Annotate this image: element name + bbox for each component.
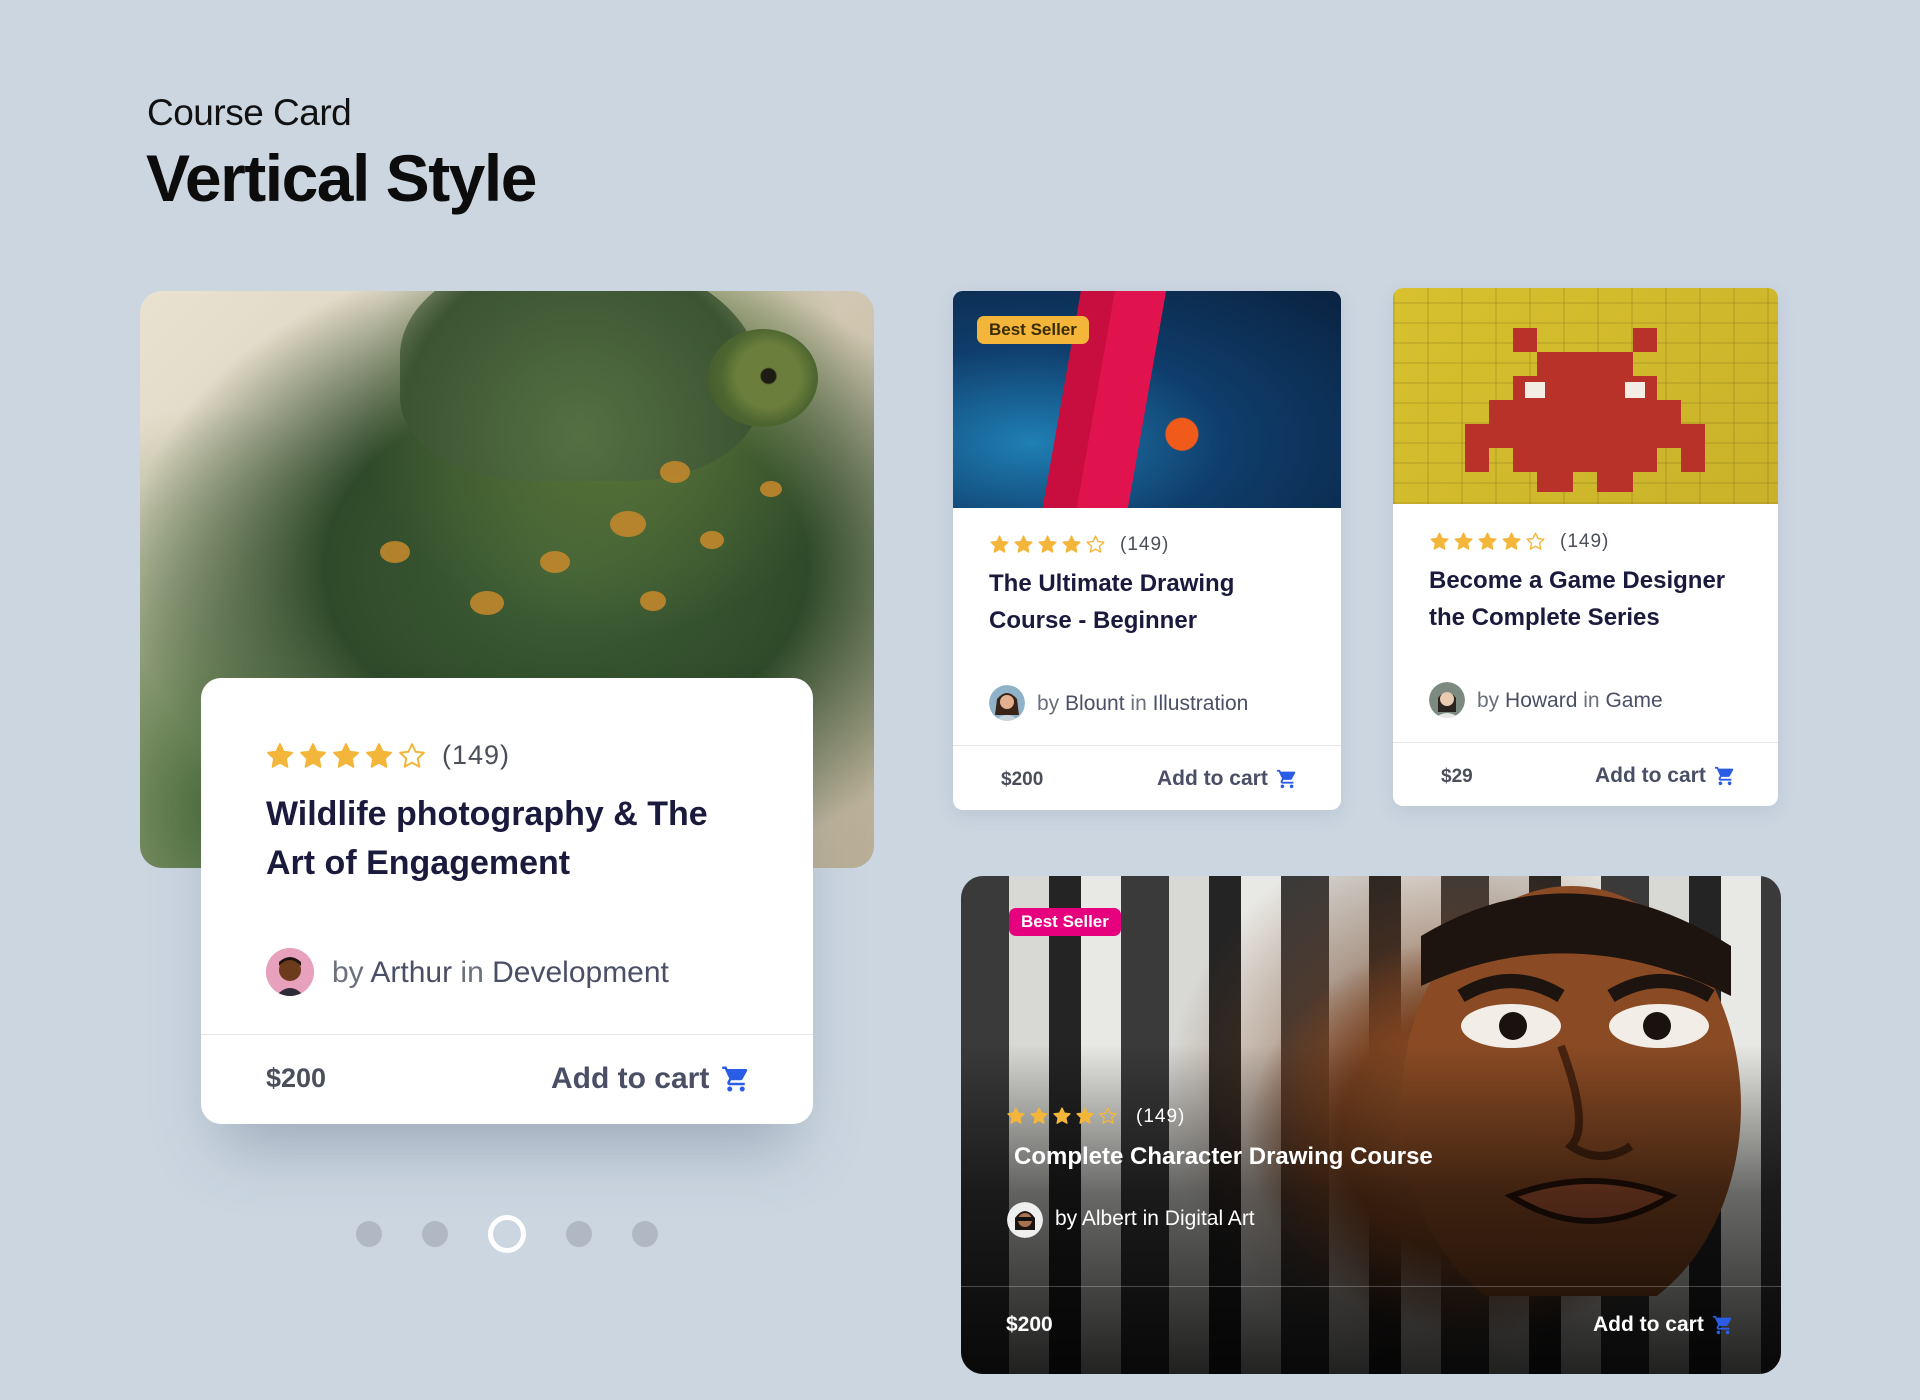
add-to-cart-label: Add to cart [1593, 1313, 1704, 1336]
space-invader-icon [1465, 328, 1705, 492]
add-to-cart-button[interactable]: Add to cart [1595, 764, 1736, 788]
pagination-dot-active[interactable] [488, 1215, 526, 1253]
card-divider [953, 745, 1341, 746]
course-price: $29 [1441, 766, 1473, 787]
star-filled-icon [300, 743, 326, 768]
author-name[interactable]: Blount [1065, 692, 1125, 715]
star-outline-icon [1099, 1107, 1117, 1124]
featured-price: $200 [266, 1063, 327, 1093]
cart-icon [1276, 769, 1296, 789]
course-title[interactable]: Complete Character Drawing Course [1014, 1138, 1433, 1175]
pagination-dot[interactable] [422, 1221, 448, 1247]
chameleon-eye [708, 329, 818, 427]
best-seller-badge: Best Seller [1009, 908, 1121, 936]
cart-icon [1712, 1315, 1732, 1335]
in-label: in [1583, 689, 1600, 712]
add-to-cart-button[interactable]: Add to cart [1593, 1313, 1734, 1337]
featured-add-to-cart-button[interactable]: Add to cart [551, 1062, 751, 1096]
featured-review-count: (149) [442, 740, 511, 770]
star-filled-icon [1038, 535, 1057, 553]
course-title[interactable]: Become a Game Designer the Complete Seri… [1429, 562, 1749, 636]
card-divider [201, 1034, 813, 1035]
add-to-cart-label: Add to cart [1595, 764, 1706, 787]
pagination [356, 1215, 658, 1253]
star-filled-icon [1430, 532, 1449, 550]
star-filled-icon [1454, 532, 1473, 550]
star-filled-icon [1062, 535, 1081, 553]
course-thumbnail [1393, 288, 1778, 504]
pagination-dot[interactable] [356, 1221, 382, 1247]
author-avatar [1429, 682, 1465, 718]
star-outline-icon [1086, 535, 1105, 553]
page-title: Vertical Style [146, 141, 537, 215]
star-outline-icon [399, 743, 425, 768]
star-outline-icon [1526, 532, 1545, 550]
star-filled-icon [990, 535, 1009, 553]
star-filled-icon [1076, 1107, 1094, 1124]
star-filled-icon [1030, 1107, 1048, 1124]
card-divider [1393, 742, 1778, 743]
cart-icon [722, 1066, 748, 1092]
course-price: $200 [1001, 769, 1044, 790]
rating-stars [1006, 1106, 1118, 1126]
category-link[interactable]: Digital Art [1165, 1207, 1255, 1230]
add-to-cart-label: Add to cart [1157, 767, 1268, 790]
author-avatar [1007, 1202, 1043, 1238]
review-count: (149) [1560, 531, 1610, 552]
rating-stars [989, 534, 1106, 555]
by-label: by [1477, 689, 1500, 712]
category-link[interactable]: Illustration [1153, 692, 1249, 715]
featured-rating-stars [265, 741, 427, 771]
rating-stars [1429, 531, 1546, 552]
course-title[interactable]: The Ultimate Drawing Course - Beginner [989, 565, 1289, 639]
star-filled-icon [1007, 1107, 1025, 1124]
author-name[interactable]: Albert [1082, 1207, 1137, 1230]
add-to-cart-label: Add to cart [551, 1062, 710, 1095]
section-eyebrow: Course Card [147, 92, 352, 133]
featured-author-line: by Arthur in Development [332, 956, 669, 990]
author-avatar [989, 685, 1025, 721]
review-count: (149) [1120, 534, 1170, 555]
author-line: by Blount in Illustration [1037, 692, 1248, 716]
by-label: by [1055, 1207, 1078, 1230]
in-label: in [460, 956, 484, 989]
star-filled-icon [333, 743, 359, 768]
star-filled-icon [1053, 1107, 1071, 1124]
featured-course-title[interactable]: Wildlife photography & The Art of Engage… [266, 790, 736, 888]
author-line: by Albert in Digital Art [1055, 1207, 1255, 1231]
course-card-game-design[interactable]: (149) Become a Game Designer the Complet… [1393, 288, 1778, 806]
course-card-character-drawing[interactable]: Best Seller (149) Complete Character Dra… [961, 876, 1781, 1374]
add-to-cart-button[interactable]: Add to cart [1157, 767, 1298, 791]
star-filled-icon [1478, 532, 1497, 550]
category-link[interactable]: Game [1605, 689, 1662, 712]
featured-author-avatar [266, 948, 314, 996]
in-label: in [1130, 692, 1147, 715]
best-seller-badge: Best Seller [977, 316, 1089, 344]
pagination-dot[interactable] [632, 1221, 658, 1247]
course-card-drawing[interactable]: Best Seller (149) The Ultimate Drawing C… [953, 291, 1341, 810]
author-name[interactable]: Arthur [370, 956, 452, 989]
in-label: in [1142, 1207, 1159, 1230]
star-filled-icon [1014, 535, 1033, 553]
by-label: by [1037, 692, 1060, 715]
card-divider [961, 1286, 1781, 1287]
category-link[interactable]: Development [492, 956, 669, 989]
star-filled-icon [1502, 532, 1521, 550]
pagination-dot[interactable] [566, 1221, 592, 1247]
course-price: $200 [1006, 1313, 1053, 1336]
author-name[interactable]: Howard [1505, 689, 1577, 712]
author-line: by Howard in Game [1477, 689, 1663, 713]
by-label: by [332, 956, 364, 989]
star-filled-icon [267, 743, 293, 768]
star-filled-icon [366, 743, 392, 768]
review-count: (149) [1136, 1106, 1186, 1127]
cart-icon [1714, 766, 1734, 786]
